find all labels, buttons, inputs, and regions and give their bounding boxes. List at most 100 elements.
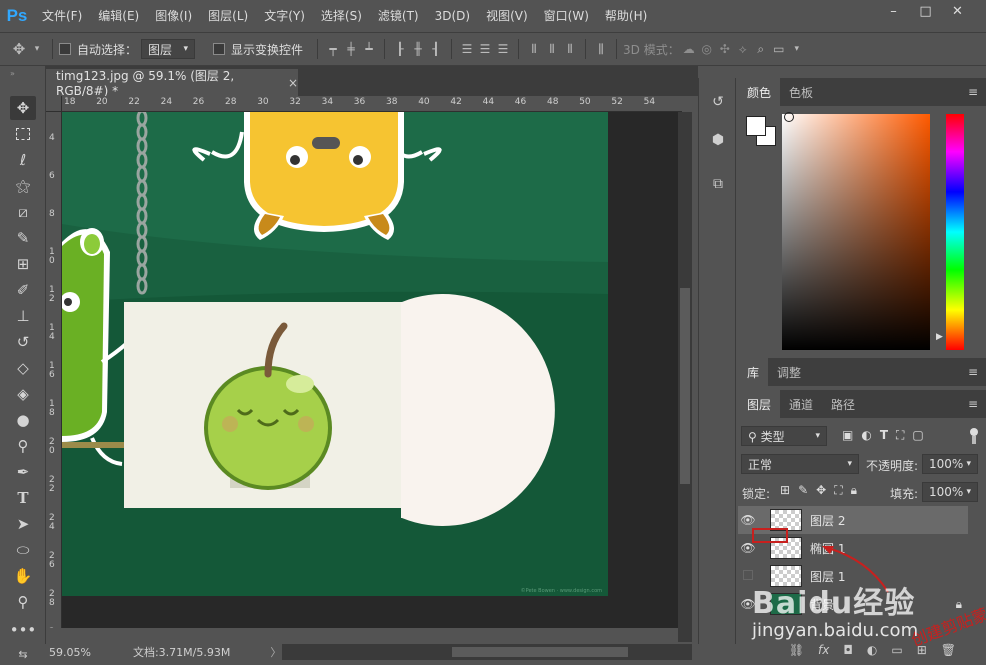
tab-adjustments[interactable]: 调整 xyxy=(768,358,810,386)
workspace-icon[interactable]: ▭ xyxy=(770,40,788,58)
align-top-icon[interactable]: ┯ xyxy=(324,40,342,58)
type-filter-icon[interactable]: T xyxy=(880,428,888,443)
lock-pixels-icon[interactable]: ✎ xyxy=(798,483,808,498)
tab-swatches[interactable]: 色板 xyxy=(780,78,822,106)
tab-paths[interactable]: 路径 xyxy=(822,390,864,418)
align-left-icon[interactable]: ┠ xyxy=(391,40,409,58)
ellipse-tool-icon[interactable]: ⬭ xyxy=(10,538,36,562)
show-transform-checkbox[interactable] xyxy=(213,43,226,55)
menu-item[interactable]: 帮助(H) xyxy=(597,0,655,32)
eraser-tool-icon[interactable]: ◇ xyxy=(10,356,36,380)
lock-position-icon[interactable]: ✥ xyxy=(816,483,826,498)
chevron-down-icon[interactable]: ▾ xyxy=(28,40,46,58)
auto-select-checkbox[interactable] xyxy=(59,43,71,55)
distribute-bottom-icon[interactable]: ☰ xyxy=(494,40,512,58)
blend-mode-dropdown[interactable]: 正常 ▾ xyxy=(741,454,859,474)
menu-item[interactable]: 图层(L) xyxy=(200,0,256,32)
orbit-3d-icon[interactable]: ☁ xyxy=(680,40,698,58)
smart-filter-icon[interactable]: ▢ xyxy=(912,428,923,443)
panel-menu-icon[interactable]: ≡ xyxy=(968,85,978,99)
tab-channels[interactable]: 通道 xyxy=(780,390,822,418)
menu-item[interactable]: 文字(Y) xyxy=(256,0,313,32)
document-tab[interactable]: timg123.jpg @ 59.1% (图层 2, RGB/8#) * × xyxy=(46,69,298,98)
history-brush-icon[interactable]: ↺ xyxy=(10,330,36,354)
color-field[interactable] xyxy=(782,114,930,350)
auto-select-dropdown[interactable]: 图层 ▾ xyxy=(141,39,196,59)
layer-filter-dropdown[interactable]: ⚲ 类型 ▾ xyxy=(741,426,827,446)
menu-item[interactable]: 窗口(W) xyxy=(536,0,597,32)
menu-item[interactable]: 3D(D) xyxy=(427,0,478,32)
properties-panel-icon[interactable]: ⧉ xyxy=(706,172,730,196)
path-selection-icon[interactable]: ➤ xyxy=(10,512,36,536)
lasso-tool-icon[interactable]: ℓ xyxy=(10,148,36,172)
distribute-vcenter-icon[interactable]: ☰ xyxy=(476,40,494,58)
eyedropper-icon[interactable]: ✎ xyxy=(10,226,36,250)
marquee-tool-icon[interactable] xyxy=(10,122,36,146)
move-tool-icon[interactable]: ✥ xyxy=(10,96,36,120)
align-vcenter-icon[interactable]: ╪ xyxy=(342,40,360,58)
filter-toggle[interactable] xyxy=(970,428,978,444)
menu-item[interactable]: 滤镜(T) xyxy=(370,0,427,32)
opacity-input[interactable]: 100% ▾ xyxy=(922,454,978,474)
hand-tool-icon[interactable]: ✋ xyxy=(10,564,36,588)
default-colors-icon[interactable]: ⇆ xyxy=(0,644,46,665)
menu-item[interactable]: 选择(S) xyxy=(313,0,370,32)
menu-item[interactable]: 文件(F) xyxy=(34,0,90,32)
canvas-area[interactable]: ©Pete Bowen · www.design.com xyxy=(62,112,678,628)
type-tool-icon[interactable]: T xyxy=(10,486,36,510)
brush-tool-icon[interactable]: ✐ xyxy=(10,278,36,302)
foreground-color-front[interactable] xyxy=(746,116,766,136)
panel-menu-icon[interactable]: ≡ xyxy=(968,365,978,379)
healing-brush-icon[interactable]: ⊞ xyxy=(10,252,36,276)
tab-color[interactable]: 颜色 xyxy=(738,78,781,106)
artwork[interactable]: ©Pete Bowen · www.design.com xyxy=(62,112,678,628)
search-icon[interactable]: ⌕ xyxy=(752,40,770,58)
distribute-hcenter-icon[interactable]: ⦀ xyxy=(543,40,561,58)
pan-3d-icon[interactable]: ✣ xyxy=(716,40,734,58)
tab-layers[interactable]: 图层 xyxy=(738,390,781,418)
distribute-left-icon[interactable]: ⦀ xyxy=(525,40,543,58)
tab-libraries[interactable]: 库 xyxy=(738,358,769,386)
horizontal-scroll-thumb[interactable] xyxy=(452,647,628,657)
adjustment-filter-icon[interactable]: ◐ xyxy=(861,428,871,443)
dodge-tool-icon[interactable]: ⚲ xyxy=(10,434,36,458)
color-picker-cursor[interactable] xyxy=(784,112,794,122)
distribute-right-icon[interactable]: ⦀ xyxy=(561,40,579,58)
align-right-icon[interactable]: ┨ xyxy=(427,40,445,58)
horizontal-scrollbar[interactable] xyxy=(280,644,692,660)
collapse-toolbar-icon[interactable]: » xyxy=(10,69,15,78)
chevron-down-icon[interactable]: ▾ xyxy=(788,40,806,58)
zoom-tool-icon[interactable]: ⚲ xyxy=(10,590,36,614)
panel-menu-icon[interactable]: ≡ xyxy=(968,397,978,411)
paint-bucket-icon[interactable]: ◈ xyxy=(10,382,36,406)
close-window-button[interactable]: ✕ xyxy=(942,0,973,22)
distribute-top-icon[interactable]: ☰ xyxy=(458,40,476,58)
hue-slider[interactable] xyxy=(946,114,964,350)
crop-tool-icon[interactable]: ⧄ xyxy=(10,200,36,224)
stamp-tool-icon[interactable]: ⊥ xyxy=(10,304,36,328)
slide-3d-icon[interactable]: ⟡ xyxy=(734,40,752,58)
lock-all-icon[interactable]: 🔒︎ xyxy=(851,483,857,498)
menu-item[interactable]: 编辑(E) xyxy=(90,0,147,32)
align-hcenter-icon[interactable]: ╫ xyxy=(409,40,427,58)
vertical-scrollbar[interactable] xyxy=(678,112,692,642)
zoom-level[interactable]: 59.05% xyxy=(49,646,91,659)
move-tool-icon[interactable]: ✥ xyxy=(10,40,28,58)
hue-slider-handle[interactable]: ▶ xyxy=(936,332,943,342)
menu-item[interactable]: 视图(V) xyxy=(478,0,536,32)
pen-tool-icon[interactable]: ✒ xyxy=(10,460,36,484)
minimize-button[interactable]: – xyxy=(878,0,909,22)
fill-input[interactable]: 100% ▾ xyxy=(922,482,978,502)
vertical-scroll-thumb[interactable] xyxy=(680,288,690,484)
menu-item[interactable]: 图像(I) xyxy=(147,0,200,32)
magic-wand-icon[interactable]: ⚝ xyxy=(10,174,36,198)
align-bottom-icon[interactable]: ┷ xyxy=(360,40,378,58)
lock-artboard-icon[interactable]: ⛶ xyxy=(834,483,842,498)
shape-filter-icon[interactable]: ⛶ xyxy=(896,428,904,443)
roll-3d-icon[interactable]: ◎ xyxy=(698,40,716,58)
history-panel-icon[interactable]: ↺ xyxy=(706,90,730,114)
lock-transparency-icon[interactable]: ⊞ xyxy=(780,483,790,498)
auto-align-icon[interactable]: ⫼ xyxy=(592,40,610,58)
3d-panel-icon[interactable]: ⬢ xyxy=(706,128,730,152)
status-menu-arrow[interactable]: 〉 xyxy=(270,644,281,660)
